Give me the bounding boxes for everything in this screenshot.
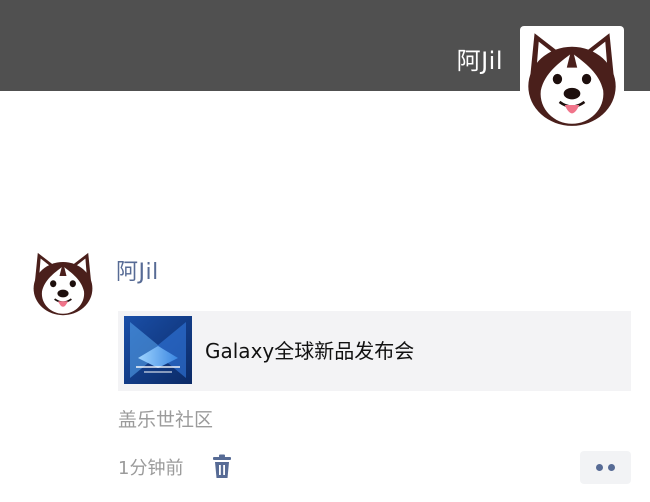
shared-link-card[interactable]: Galaxy全球新品发布会 [118,311,631,391]
more-actions-button[interactable] [580,451,631,484]
trash-icon[interactable] [210,454,234,480]
post-source[interactable]: 盖乐世社区 [118,406,213,434]
cover-username: 阿Jil [456,47,503,75]
moments-post: 阿Jil Galaxy全球新品发布会 盖乐世社区 1分钟前 [0,240,650,502]
shared-link-title: Galaxy全球新品发布会 [205,339,415,363]
shared-link-thumbnail [124,316,192,384]
post-author-name[interactable]: 阿Jil [116,258,159,288]
husky-dog-avatar-icon [528,33,616,126]
post-timestamp: 1分钟前 [118,458,184,479]
husky-dog-avatar-icon [33,252,93,316]
post-author-avatar[interactable] [28,248,98,318]
cover-avatar[interactable] [520,26,624,130]
blue-abstract-thumbnail-icon [124,316,192,384]
more-dots-icon [608,464,615,471]
more-dots-icon [596,464,603,471]
